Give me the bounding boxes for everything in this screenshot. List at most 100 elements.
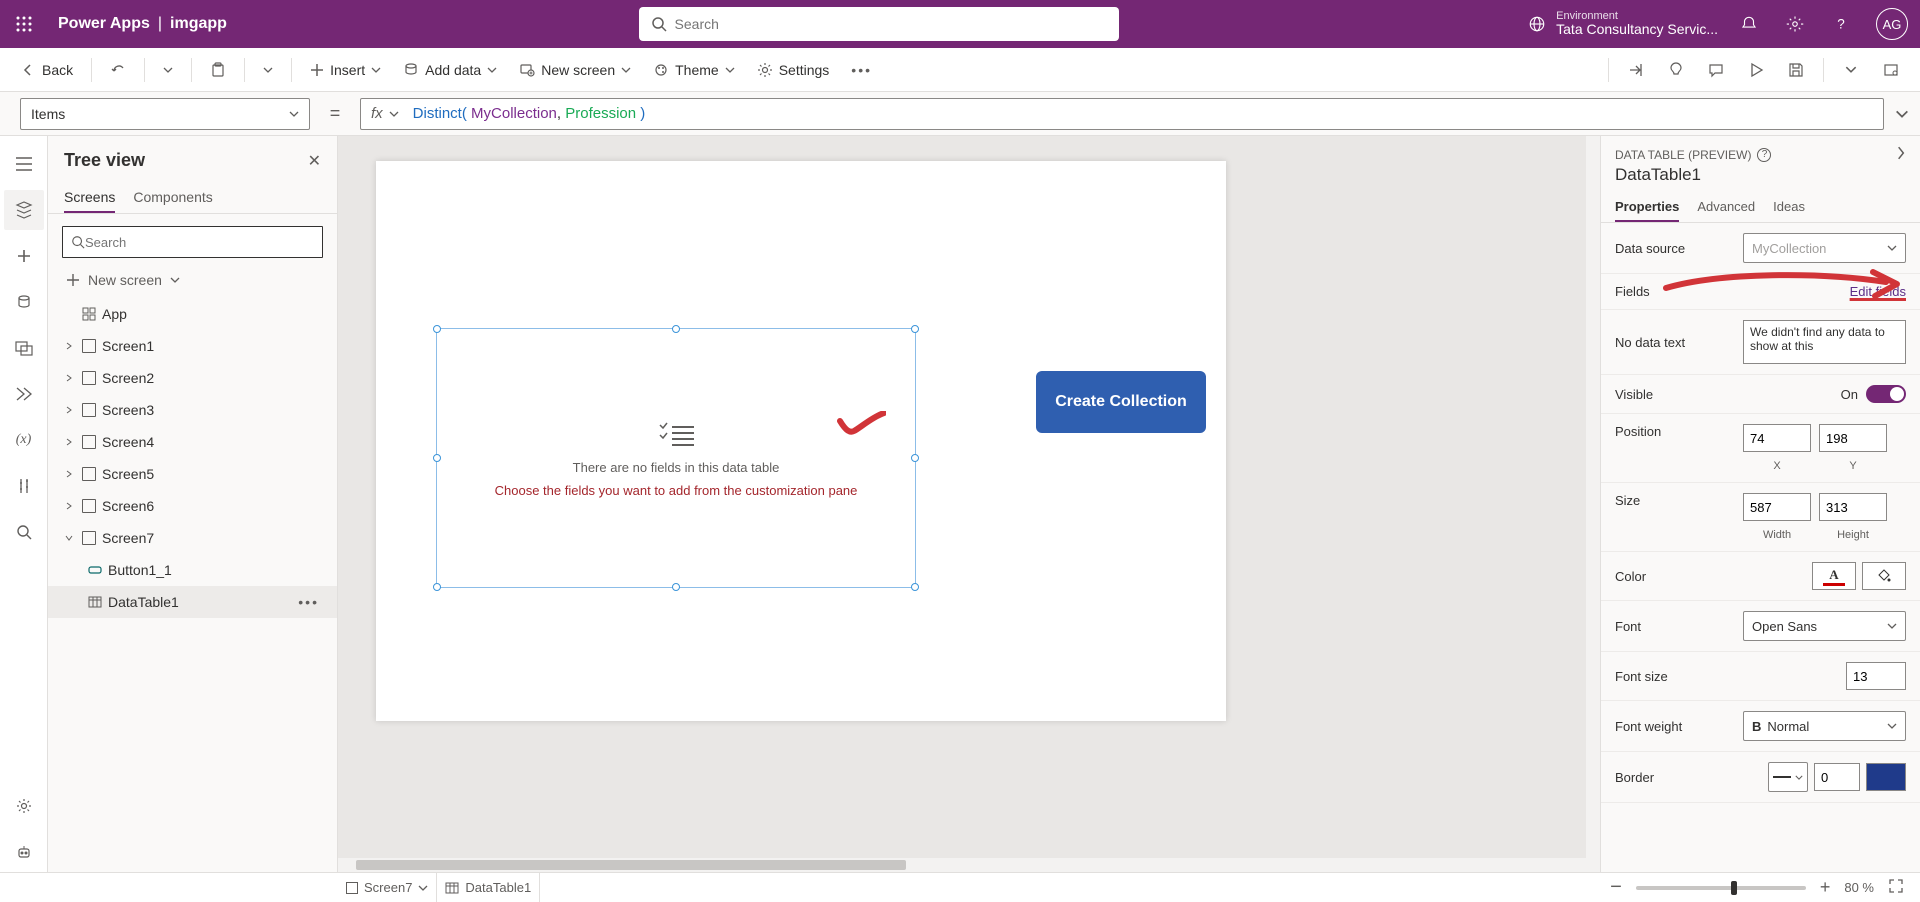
brand-title: Power Apps|imgapp (48, 15, 237, 33)
tab-components[interactable]: Components (133, 183, 212, 213)
visible-toggle[interactable] (1866, 385, 1906, 403)
info-icon[interactable]: ? (1757, 148, 1771, 162)
size-width-input[interactable] (1743, 493, 1811, 521)
tree-item-app[interactable]: App (48, 298, 337, 330)
zoom-in-icon[interactable]: + (1820, 877, 1831, 898)
add-data-button[interactable]: Add data (395, 58, 505, 82)
props-tab-properties[interactable]: Properties (1615, 193, 1679, 222)
breadcrumb-control[interactable]: DataTable1 (437, 873, 540, 902)
tree-item-screen1[interactable]: Screen1 (48, 330, 337, 362)
tree-item-button1-1[interactable]: Button1_1 (48, 554, 337, 586)
publish-icon[interactable] (1874, 53, 1908, 87)
screen-artboard[interactable]: There are no fields in this data table C… (376, 161, 1226, 721)
environment-picker[interactable]: Environment Tata Consultancy Servic... (1520, 10, 1726, 37)
preview-play-icon[interactable] (1739, 53, 1773, 87)
search-rail-icon[interactable] (4, 512, 44, 552)
app-launcher-icon[interactable] (0, 16, 48, 32)
fill-color-picker[interactable] (1862, 562, 1906, 590)
advanced-tools-rail-icon[interactable] (4, 466, 44, 506)
command-bar: Back Insert Add data New screen Theme Se… (0, 48, 1920, 92)
canvas-horizontal-scrollbar[interactable] (338, 858, 1586, 872)
app-checker-icon[interactable] (1659, 53, 1693, 87)
back-button[interactable]: Back (12, 58, 81, 82)
tree-item-screen5[interactable]: Screen5 (48, 458, 337, 490)
edit-fields-link[interactable]: Edit fields (1850, 284, 1906, 299)
tree-item-screen3[interactable]: Screen3 (48, 394, 337, 426)
position-y-input[interactable] (1819, 424, 1887, 452)
status-bar: Screen7 DataTable1 − + 80 % (0, 872, 1920, 902)
settings-button[interactable]: Settings (749, 58, 838, 82)
create-collection-button[interactable]: Create Collection (1036, 371, 1206, 433)
tree-item-screen6[interactable]: Screen6 (48, 490, 337, 522)
notifications-icon[interactable] (1726, 0, 1772, 48)
prop-label-position: Position (1615, 424, 1735, 439)
datatable-empty-msg1: There are no fields in this data table (573, 460, 780, 475)
power-automate-rail-icon[interactable] (4, 374, 44, 414)
search-input[interactable] (675, 16, 1107, 32)
insert-rail-icon[interactable] (4, 236, 44, 276)
formula-expand-icon[interactable] (1884, 110, 1920, 118)
property-selector[interactable]: Items (20, 98, 310, 130)
tree-item-screen4[interactable]: Screen4 (48, 426, 337, 458)
size-height-input[interactable] (1819, 493, 1887, 521)
prop-label-border: Border (1615, 770, 1735, 785)
fontsize-input[interactable] (1846, 662, 1906, 690)
data-rail-icon[interactable] (4, 282, 44, 322)
paste-dropdown[interactable] (255, 63, 281, 77)
breadcrumb-screen[interactable]: Screen7 (338, 873, 437, 902)
tree-item-screen2[interactable]: Screen2 (48, 362, 337, 394)
theme-button[interactable]: Theme (645, 58, 743, 82)
undo-button[interactable] (102, 58, 134, 82)
position-x-input[interactable] (1743, 424, 1811, 452)
data-source-dropdown[interactable]: MyCollection (1743, 233, 1906, 263)
datatable-control[interactable]: There are no fields in this data table C… (436, 328, 916, 588)
media-rail-icon[interactable] (4, 328, 44, 368)
tree-search[interactable] (62, 226, 323, 258)
virtual-agent-rail-icon[interactable] (4, 832, 44, 872)
border-color-swatch[interactable] (1866, 763, 1906, 791)
props-tab-advanced[interactable]: Advanced (1697, 193, 1755, 222)
hamburger-icon[interactable] (4, 144, 44, 184)
settings-gear-icon[interactable] (1772, 0, 1818, 48)
tree-item-datatable1[interactable]: DataTable1 ••• (48, 586, 337, 618)
border-width-input[interactable] (1814, 763, 1860, 791)
fit-to-window-icon[interactable] (1888, 878, 1904, 897)
zoom-out-icon[interactable]: − (1610, 876, 1622, 899)
prop-label-nodata: No data text (1615, 335, 1735, 350)
save-icon[interactable] (1779, 53, 1813, 87)
annotation-checkmark (836, 411, 886, 440)
zoom-slider[interactable] (1636, 886, 1806, 890)
help-icon[interactable]: ? (1818, 0, 1864, 48)
tree-item-screen7[interactable]: Screen7 (48, 522, 337, 554)
global-search[interactable] (639, 7, 1119, 41)
zoom-value: 80 % (1844, 880, 1874, 895)
tab-screens[interactable]: Screens (64, 183, 115, 213)
checklist-placeholder-icon (656, 419, 696, 452)
font-color-picker[interactable]: A (1812, 562, 1856, 590)
overflow-button[interactable]: ••• (843, 58, 880, 82)
undo-dropdown[interactable] (155, 63, 181, 77)
comments-icon[interactable] (1699, 53, 1733, 87)
new-screen-action[interactable]: New screen (48, 266, 337, 294)
canvas[interactable]: There are no fields in this data table C… (338, 136, 1600, 872)
new-screen-button[interactable]: New screen (511, 58, 639, 82)
border-style-dropdown[interactable] (1768, 762, 1808, 792)
formula-input[interactable]: fx Distinct( MyCollection, Profession ) (360, 98, 1884, 130)
save-dropdown-icon[interactable] (1834, 53, 1868, 87)
tree-item-more-icon[interactable]: ••• (298, 594, 319, 610)
nodata-text-input[interactable]: We didn't find any data to show at this (1743, 320, 1906, 364)
tree-view-icon[interactable] (4, 190, 44, 230)
share-icon[interactable] (1619, 53, 1653, 87)
tree-close-icon[interactable]: ✕ (308, 151, 321, 171)
variables-rail-icon[interactable]: (x) (4, 420, 44, 460)
font-dropdown[interactable]: Open Sans (1743, 611, 1906, 641)
props-collapse-icon[interactable] (1896, 146, 1906, 163)
user-avatar[interactable]: AG (1876, 8, 1908, 40)
canvas-vertical-scrollbar[interactable] (1586, 136, 1600, 872)
fontweight-dropdown[interactable]: BNormal (1743, 711, 1906, 741)
prop-label-size: Size (1615, 493, 1735, 508)
props-tab-ideas[interactable]: Ideas (1773, 193, 1805, 222)
paste-button[interactable] (202, 58, 234, 82)
settings-rail-icon[interactable] (4, 786, 44, 826)
insert-button[interactable]: Insert (302, 58, 389, 82)
